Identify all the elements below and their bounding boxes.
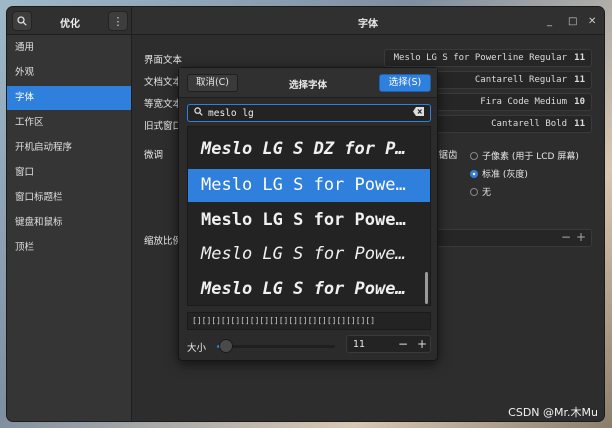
page-title: 字体 bbox=[358, 19, 378, 30]
select-button[interactable]: 选择(S) bbox=[379, 74, 431, 92]
monospace-text-label: 等宽文本 bbox=[144, 99, 183, 110]
search-icon bbox=[194, 107, 203, 119]
font-search-input[interactable]: meslo lg bbox=[187, 104, 431, 122]
option-label: 子像素 (用于 LCD 屏幕) bbox=[482, 152, 579, 162]
font-list-item[interactable]: Meslo LG S DZ for Powerline Bold Italic bbox=[188, 133, 430, 166]
scale-factor-label: 缩放比例 bbox=[144, 236, 183, 247]
font-list[interactable]: Meslo LG S DZ for Powerline Bold Italic … bbox=[187, 126, 431, 306]
sidebar-item-keyboard-mouse[interactable]: 键盘和鼠标 bbox=[7, 211, 131, 235]
font-size: 11 bbox=[574, 53, 585, 63]
interface-font-button[interactable]: Meslo LG S for Powerline Regular 11 bbox=[384, 49, 592, 67]
menu-button[interactable]: ⋮ bbox=[108, 11, 128, 31]
sidebar-item-general[interactable]: 通用 bbox=[7, 36, 131, 60]
option-label: 标准 (灰度) bbox=[482, 170, 528, 180]
minus-icon[interactable]: − bbox=[561, 230, 571, 244]
option-label: 无 bbox=[482, 188, 492, 198]
cancel-button[interactable]: 取消(C) bbox=[187, 74, 238, 92]
font-chooser-dialog: 取消(C) 选择字体 选择(S) meslo lg Meslo LG S DZ … bbox=[178, 67, 438, 361]
font-name: Meslo LG S for Powerline Regular bbox=[393, 53, 567, 63]
minus-icon[interactable]: − bbox=[398, 337, 408, 351]
kebab-menu-icon: ⋮ bbox=[112, 14, 124, 28]
hinting-label: 微调 bbox=[144, 150, 164, 161]
font-size: 11 bbox=[574, 75, 585, 85]
font-size: 11 bbox=[574, 119, 585, 129]
sidebar: 通用 外观 字体 工作区 开机启动程序 窗口 窗口标题栏 键盘和鼠标 顶栏 bbox=[7, 35, 132, 421]
font-list-item[interactable]: Meslo LG S for Powerline Bold Italic bbox=[188, 273, 430, 305]
close-icon[interactable]: ✕ bbox=[588, 16, 596, 27]
font-name: Cantarell Bold bbox=[491, 119, 567, 129]
radio-button[interactable] bbox=[470, 151, 478, 160]
interface-text-label: 界面文本 bbox=[144, 55, 183, 66]
search-icon bbox=[17, 16, 27, 26]
size-label: 大小 bbox=[187, 343, 207, 354]
search-button[interactable] bbox=[12, 11, 32, 31]
main-header: 字体 _ □ ✕ bbox=[132, 7, 604, 35]
font-preview[interactable]: [][][][][][][][][][][][][][][][][][][] bbox=[187, 312, 431, 330]
font-size: 10 bbox=[574, 97, 585, 107]
sidebar-item-top-bar[interactable]: 顶栏 bbox=[7, 236, 131, 260]
antialias-none-option[interactable]: 无 bbox=[470, 185, 491, 198]
font-list-item-selected[interactable]: Meslo LG S for Powerline Regular bbox=[188, 169, 430, 202]
watermark: CSDN @Mr.木Mu bbox=[508, 406, 598, 419]
legacy-window-label: 旧式窗口 bbox=[144, 121, 183, 132]
font-list-item[interactable]: Meslo LG S for Powerline Bold bbox=[188, 204, 430, 237]
maximize-icon[interactable]: □ bbox=[568, 16, 577, 27]
antialias-subpixel-option[interactable]: 子像素 (用于 LCD 屏幕) bbox=[470, 149, 579, 162]
scrollbar[interactable] bbox=[425, 272, 428, 304]
sidebar-header: 优化 ⋮ bbox=[7, 7, 132, 35]
size-slider[interactable] bbox=[217, 345, 335, 348]
font-list-item[interactable]: Meslo LG S for Powerline Italic bbox=[188, 238, 430, 271]
plus-icon[interactable]: + bbox=[576, 230, 586, 244]
sidebar-item-workspaces[interactable]: 工作区 bbox=[7, 111, 131, 135]
antialias-standard-option[interactable]: 标准 (灰度) bbox=[470, 167, 528, 180]
search-text: meslo lg bbox=[208, 108, 254, 119]
size-slider-handle[interactable] bbox=[219, 339, 234, 353]
size-spin-button[interactable]: 11 − + bbox=[346, 335, 431, 353]
font-name: Cantarell Regular bbox=[474, 75, 567, 85]
radio-button[interactable] bbox=[470, 187, 478, 196]
dialog-header: 取消(C) 选择字体 选择(S) bbox=[179, 68, 437, 98]
sidebar-item-titlebars[interactable]: 窗口标题栏 bbox=[7, 186, 131, 210]
font-name: Fira Code Medium bbox=[480, 97, 567, 107]
radio-button[interactable] bbox=[470, 169, 478, 178]
plus-icon[interactable]: + bbox=[417, 337, 427, 351]
document-text-label: 文档文本 bbox=[144, 77, 183, 88]
dialog-title: 选择字体 bbox=[288, 80, 327, 91]
sidebar-item-appearance[interactable]: 外观 bbox=[7, 61, 131, 85]
sidebar-item-windows[interactable]: 窗口 bbox=[7, 161, 131, 185]
clear-search-icon[interactable] bbox=[413, 107, 424, 119]
sidebar-item-startup-apps[interactable]: 开机启动程序 bbox=[7, 136, 131, 160]
size-value: 11 bbox=[353, 339, 366, 350]
minimize-icon[interactable]: _ bbox=[547, 16, 552, 27]
sidebar-item-fonts[interactable]: 字体 bbox=[7, 86, 131, 110]
sidebar-title: 优化 bbox=[60, 19, 80, 30]
